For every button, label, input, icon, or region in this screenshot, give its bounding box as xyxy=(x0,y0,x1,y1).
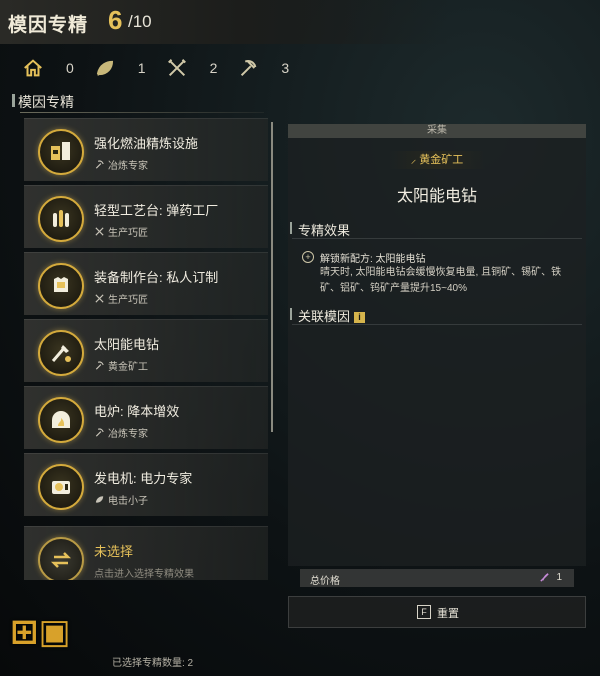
item-sub: 黄金矿工 xyxy=(94,358,148,373)
item-sub-label: 冶炼专家 xyxy=(108,161,148,172)
generator-icon xyxy=(38,464,84,510)
leaf-icon xyxy=(95,496,104,503)
stat-house[interactable]: 0 xyxy=(22,57,74,79)
item-sub-label: 生产巧匠 xyxy=(108,228,148,239)
detail-badge-label: 黄金矿工 xyxy=(419,154,464,166)
refinery-icon xyxy=(38,129,84,175)
list-item-ammo[interactable]: 轻型工艺台: 弹药工厂 生产巧匠 xyxy=(24,185,268,248)
category-stats: 0 1 2 3 xyxy=(22,56,309,80)
pickaxe-icon xyxy=(95,428,104,437)
list-section-title: 模因专精 xyxy=(12,94,74,110)
item-sub: 冶炼专家 xyxy=(94,425,148,440)
pickaxe-icon xyxy=(241,60,257,77)
detail-title: 太阳能电钻 xyxy=(396,188,477,205)
price-label: 总价格 xyxy=(310,576,340,587)
related-section-title: 关联模因 xyxy=(298,309,351,324)
selected-count: 已选择专精数量: 2 xyxy=(112,658,194,669)
stat-tools[interactable]: 2 xyxy=(166,57,218,79)
leaf-icon xyxy=(96,60,113,76)
info-icon[interactable]: i xyxy=(354,312,366,323)
reset-label: 重置 xyxy=(437,608,459,620)
item-name: 轻型工艺台: 弹药工厂 xyxy=(94,203,219,218)
watermark-logo: ⊞▣ xyxy=(10,613,71,651)
detail-panel: 采集 ⸝ 黄金矿工 太阳能电钻 专精效果 + 解锁新配方: 太阳能电钻 晴天时,… xyxy=(288,124,586,566)
effect-divider xyxy=(292,238,582,239)
item-sub-label: 冶炼专家 xyxy=(108,429,148,440)
effect-section-title: 专精效果 xyxy=(289,220,350,239)
item-sub-label: 点击进入选择专精效果 xyxy=(94,569,194,580)
item-sub-label: 黄金矿工 xyxy=(108,362,148,373)
solar-drill-icon xyxy=(38,330,84,376)
header-bar: 模因专精 6 /10 xyxy=(0,0,600,44)
item-name: 电炉: 降本增效 xyxy=(94,404,180,419)
mastery-count: 6 xyxy=(108,5,123,35)
list-item-solar-drill[interactable]: 太阳能电钻 黄金矿工 xyxy=(24,319,268,382)
stat-pickaxe-value: 3 xyxy=(281,60,290,76)
item-sub: 电击小子 xyxy=(94,492,148,507)
page-title: 模因专精 xyxy=(8,15,89,36)
item-name: 强化燃油精炼设施 xyxy=(94,136,199,151)
tools-icon xyxy=(167,59,186,77)
list-scrollbar[interactable] xyxy=(271,122,273,432)
plus-icon: + xyxy=(302,251,314,263)
item-name: 太阳能电钻 xyxy=(94,337,160,352)
list-item-generator[interactable]: 发电机: 电力专家 电击小子 xyxy=(24,453,268,516)
feather-icon xyxy=(540,573,549,582)
item-sub: 生产巧匠 xyxy=(94,291,148,306)
item-sub: 点击进入选择专精效果 xyxy=(94,565,194,580)
mastery-list[interactable]: 强化燃油精炼设施 冶炼专家 轻型工艺台: 弹药工厂 生产巧匠 装备制作台: 私人… xyxy=(24,118,268,580)
list-item-refinery[interactable]: 强化燃油精炼设施 冶炼专家 xyxy=(24,118,268,181)
item-name: 发电机: 电力专家 xyxy=(94,471,193,486)
effect-body: 晴天时, 太阳能电钻会缓慢恢复电量, 且铜矿、锡矿、铁矿、铝矿、钨矿产量提升15… xyxy=(320,267,562,294)
list-item-unselected[interactable]: 未选择 点击进入选择专精效果 xyxy=(24,526,268,580)
list-item-furnace[interactable]: 电炉: 降本增效 冶炼专家 xyxy=(24,386,268,449)
section-divider xyxy=(20,112,264,113)
reset-button[interactable]: F 重置 xyxy=(288,596,586,628)
detail-badge: ⸝ 黄金矿工 xyxy=(388,151,486,169)
stat-leaf-value: 1 xyxy=(137,60,146,76)
item-name: 未选择 xyxy=(94,544,134,559)
reset-key: F xyxy=(417,605,431,619)
furnace-icon xyxy=(38,397,84,443)
tools-icon xyxy=(95,294,104,303)
swap-icon xyxy=(38,537,84,580)
pickaxe-icon xyxy=(95,361,104,370)
stat-leaf[interactable]: 1 xyxy=(94,57,146,79)
armor-icon xyxy=(38,263,84,309)
item-sub-label: 生产巧匠 xyxy=(108,295,148,306)
detail-category: 采集 xyxy=(288,124,586,138)
mastery-total: /10 xyxy=(128,12,152,31)
effect-head: 解锁新配方: 太阳能电钻 xyxy=(320,254,426,265)
stat-tools-value: 2 xyxy=(209,60,218,76)
house-icon xyxy=(24,59,42,77)
item-name: 装备制作台: 私人订制 xyxy=(94,270,219,285)
tools-icon xyxy=(95,227,104,236)
pickaxe-icon xyxy=(95,160,104,169)
stat-house-value: 0 xyxy=(66,60,74,76)
item-sub: 生产巧匠 xyxy=(94,224,148,239)
item-sub: 冶炼专家 xyxy=(94,157,148,172)
price-value: 1 xyxy=(556,572,562,583)
ammo-icon xyxy=(38,196,84,242)
stat-pickaxe[interactable]: 3 xyxy=(237,57,289,79)
total-price-bar: 总价格 1 xyxy=(300,569,574,587)
related-section: 关联模因 i xyxy=(289,306,366,325)
related-divider xyxy=(292,324,582,325)
list-item-armor[interactable]: 装备制作台: 私人订制 生产巧匠 xyxy=(24,252,268,315)
item-sub-label: 电击小子 xyxy=(108,496,148,507)
